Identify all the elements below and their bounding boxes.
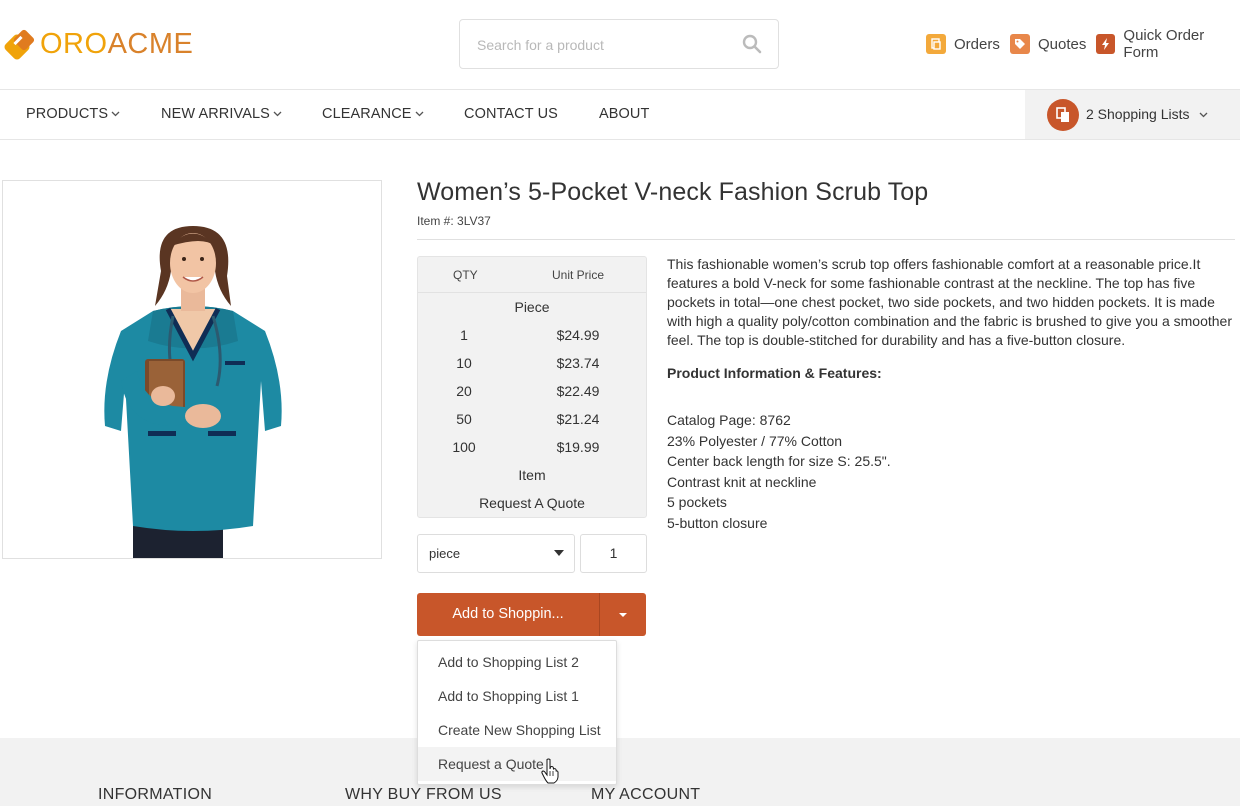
table-row: 20 $22.49 [418, 377, 646, 405]
features-list: Catalog Page: 8762 23% Polyester / 77% C… [667, 410, 891, 534]
add-dropdown-toggle[interactable] [599, 593, 646, 636]
product-description: This fashionable women’s scrub top offer… [667, 256, 1232, 348]
row-price: $21.24 [556, 411, 600, 427]
request-quote-link[interactable]: Request A Quote [418, 489, 646, 517]
nav-item-about[interactable]: ABOUT [599, 90, 649, 139]
nav-item-products[interactable]: PRODUCTS [26, 90, 120, 139]
nurse-photo [104, 226, 282, 558]
list-item: 23% Polyester / 77% Cotton [667, 432, 843, 449]
quick-order-link[interactable]: Quick Order Form [1096, 27, 1240, 61]
logo-text: OROACME [40, 24, 193, 64]
lightning-icon [1096, 34, 1116, 54]
product-image[interactable] [2, 180, 382, 559]
orders-label: Orders [954, 35, 1000, 53]
unit-piece-label: Piece [514, 299, 550, 315]
col-qty-header: QTY [453, 268, 478, 282]
search-icon[interactable] [742, 34, 762, 54]
site-header: OROACME Orders Quotes Quick Order Form [0, 0, 1240, 90]
row-price: $22.49 [556, 383, 600, 399]
hand-cursor-icon [541, 758, 559, 784]
caret-down-icon [619, 613, 627, 617]
table-row: 10 $23.74 [418, 349, 646, 377]
site-logo[interactable]: OROACME [2, 24, 193, 64]
product-title: Women’s 5-Pocket V-neck Fashion Scrub To… [417, 178, 929, 206]
price-table-header: QTY Unit Price [418, 257, 646, 293]
table-row: 100 $19.99 [418, 433, 646, 461]
footer-heading-information: INFORMATION [98, 786, 213, 803]
title-divider [417, 239, 1235, 240]
chevron-down-icon [1199, 112, 1208, 118]
search-input[interactable] [477, 34, 727, 56]
add-to-shopping-list-button[interactable]: Add to Shoppin... [417, 593, 599, 636]
table-row: 1 $24.99 [418, 321, 646, 349]
shopping-lists-count: 2 Shopping Lists [1086, 106, 1190, 122]
nav-label: ABOUT [599, 106, 650, 122]
row-qty: 100 [452, 439, 476, 455]
orders-icon [926, 34, 946, 54]
logo-text-acme: ACME [107, 28, 194, 60]
unit-item-label: Item [518, 467, 546, 483]
quotes-label: Quotes [1038, 35, 1087, 53]
row-qty: 1 [460, 327, 468, 343]
orders-link[interactable]: Orders [926, 33, 1000, 55]
row-price: $24.99 [556, 327, 600, 343]
site-footer: INFORMATION WHY BUY FROM US MY ACCOUNT [0, 738, 1240, 806]
menu-item-add-to-list-2[interactable]: Add to Shopping List 2 [418, 645, 616, 679]
quantity-input[interactable]: 1 [580, 534, 647, 573]
quick-order-label: Quick Order Form [1123, 27, 1205, 61]
main-nav: PRODUCTS NEW ARRIVALS CLEARANCE CONTACT … [0, 89, 1240, 140]
caret-down-icon [554, 550, 564, 556]
list-item: 5 pockets [667, 494, 727, 511]
col-price-header: Unit Price [552, 268, 605, 282]
row-qty: 10 [456, 355, 472, 371]
row-qty: 20 [456, 383, 472, 399]
chevron-down-icon [415, 111, 424, 117]
logo-text-oro: ORO [40, 28, 108, 60]
list-item: Catalog Page: 8762 [667, 412, 791, 428]
add-options-menu: Add to Shopping List 2 Add to Shopping L… [417, 640, 617, 785]
menu-item-request-quote[interactable]: Request a Quote [418, 747, 616, 781]
tag-icon [1010, 34, 1030, 54]
nav-label: CLEARANCE [322, 106, 412, 122]
row-price: $19.99 [556, 439, 600, 455]
list-item: Contrast knit at neckline [667, 473, 817, 490]
unit-select[interactable]: piece [417, 534, 575, 573]
menu-item-create-list[interactable]: Create New Shopping List [418, 713, 616, 747]
item-number: Item #: 3LV37 [417, 214, 491, 228]
nav-label: CONTACT US [464, 106, 558, 122]
footer-heading-my-account: MY ACCOUNT [591, 786, 701, 803]
nav-item-new-arrivals[interactable]: NEW ARRIVALS [161, 90, 282, 139]
chevron-down-icon [111, 111, 120, 117]
shopping-lists-widget[interactable]: 2 Shopping Lists [1025, 90, 1240, 139]
table-row: 50 $21.24 [418, 405, 646, 433]
list-item: 5-button closure [667, 514, 768, 531]
list-item: Center back length for size S: 25.5". [667, 453, 891, 470]
nav-item-clearance[interactable]: CLEARANCE [322, 90, 424, 139]
logo-mark-icon [4, 29, 35, 60]
nav-label: NEW ARRIVALS [161, 106, 270, 122]
row-price: $23.74 [556, 355, 600, 371]
nav-item-contact-us[interactable]: CONTACT US [464, 90, 558, 139]
quotes-link[interactable]: Quotes [1010, 33, 1086, 55]
shopping-lists-label: 2 Shopping Lists [1086, 90, 1208, 139]
row-qty: 50 [456, 411, 472, 427]
search-box [459, 19, 779, 69]
shopping-list-icon [1047, 99, 1079, 131]
chevron-down-icon [273, 111, 282, 117]
footer-heading-why-buy: WHY BUY FROM US [345, 786, 502, 803]
features-title: Product Information & Features: [667, 365, 882, 381]
menu-item-add-to-list-1[interactable]: Add to Shopping List 1 [418, 679, 616, 713]
unit-select-value: piece [429, 546, 461, 561]
price-table: QTY Unit Price Piece 1 $24.99 10 $23.74 … [417, 256, 647, 518]
nav-label: PRODUCTS [26, 106, 109, 122]
